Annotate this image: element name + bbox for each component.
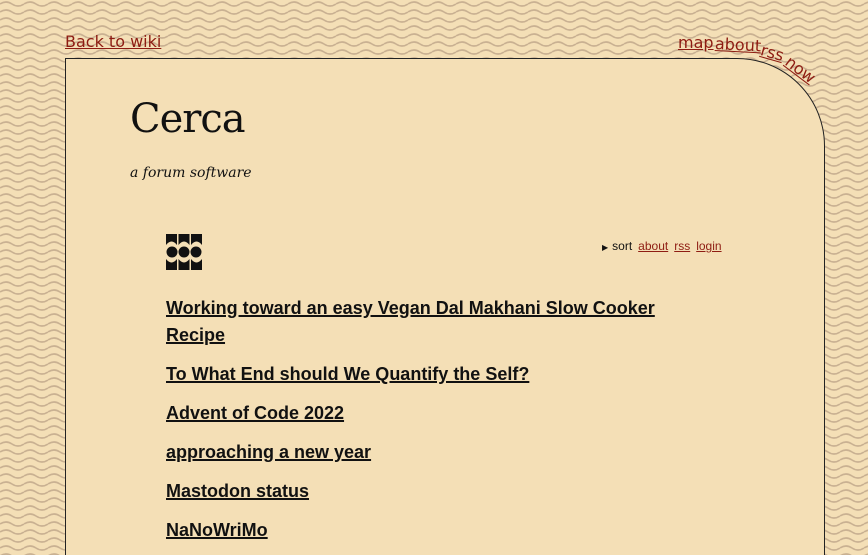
forum-nav: ▶ sort about rss login [602, 239, 722, 253]
about-link[interactable]: about [715, 34, 762, 55]
login-link[interactable]: login [696, 239, 721, 253]
thread-list: Working toward an easy Vegan Dal Makhani… [166, 295, 686, 555]
list-item: approaching a new year [166, 439, 686, 466]
list-item: NaNoWriMo [166, 517, 686, 544]
forum-rss-link[interactable]: rss [674, 239, 690, 253]
list-item: To What End should We Quantify the Self? [166, 361, 686, 388]
thread-link[interactable]: To What End should We Quantify the Self? [166, 364, 529, 384]
caret-right-icon: ▶ [602, 243, 609, 252]
list-item: Mastodon status [166, 478, 686, 505]
thread-link[interactable]: approaching a new year [166, 442, 371, 462]
map-link[interactable]: map [678, 35, 714, 51]
content-card: Cerca a forum software ▶ sort about rss … [65, 58, 825, 555]
sort-toggle[interactable]: ▶ sort [602, 239, 632, 253]
forum-about-link[interactable]: about [638, 239, 668, 253]
back-to-wiki-link[interactable]: Back to wiki [65, 34, 161, 50]
cerca-logo-icon[interactable] [166, 234, 202, 270]
list-item: Advent of Code 2022 [166, 400, 686, 427]
list-item: Working toward an easy Vegan Dal Makhani… [166, 295, 686, 349]
thread-link[interactable]: Advent of Code 2022 [166, 403, 344, 423]
thread-link[interactable]: Mastodon status [166, 481, 309, 501]
sort-label: sort [612, 239, 633, 253]
thread-link[interactable]: NaNoWriMo [166, 520, 268, 540]
site-subtitle: a forum software [130, 165, 252, 181]
thread-link[interactable]: Working toward an easy Vegan Dal Makhani… [166, 298, 655, 345]
site-title: Cerca [130, 96, 246, 142]
